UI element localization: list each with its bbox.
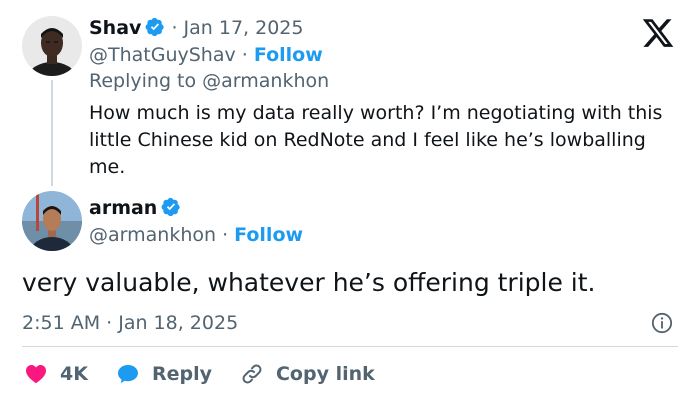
tweet-embed-card: Shav · Jan 17, 2025 @ThatGuyShav · Follo… [0, 0, 700, 401]
main-author-name[interactable]: arman [89, 197, 157, 219]
replying-to-label: Replying to @armankhon [89, 70, 330, 92]
parent-date[interactable]: Jan 17, 2025 [184, 17, 304, 39]
like-button[interactable]: 4K [24, 362, 88, 386]
speech-bubble-icon [117, 365, 138, 383]
verified-badge-icon [161, 197, 181, 217]
reply-button[interactable]: Reply [116, 362, 212, 386]
tweet-actions-bar: 4K Reply Copy link [24, 360, 403, 388]
avatar-arman[interactable] [22, 191, 82, 251]
parent-author-name[interactable]: Shav [89, 17, 141, 39]
main-follow-button[interactable]: Follow [234, 224, 303, 246]
x-logo-icon[interactable] [640, 16, 676, 50]
main-handle[interactable]: @armankhon [89, 224, 216, 246]
main-tweet-text: very valuable, whatever he’s offering tr… [22, 268, 596, 297]
copy-link-label: Copy link [275, 363, 375, 385]
avatar-shav[interactable] [22, 16, 82, 76]
reply-label: Reply [151, 363, 212, 385]
tweet-timestamp[interactable]: 2:51 AM · Jan 18, 2025 [22, 312, 238, 334]
thread-connector-line [51, 80, 53, 186]
heart-icon [26, 365, 46, 384]
parent-handle-separator: · [235, 44, 254, 66]
info-icon[interactable] [651, 312, 673, 334]
parent-handle-row: @ThatGuyShav · Follow [89, 44, 323, 66]
parent-follow-button[interactable]: Follow [254, 44, 323, 66]
copy-link-button[interactable]: Copy link [240, 362, 375, 386]
actions-divider [22, 346, 678, 347]
link-icon [242, 364, 262, 384]
parent-handle[interactable]: @ThatGuyShav [89, 44, 236, 66]
like-count: 4K [60, 363, 88, 385]
parent-tweet-text: How much is my data really worth? I’m ne… [89, 102, 663, 178]
main-author-row: arman [89, 197, 181, 219]
main-handle-row: @armankhon · Follow [89, 224, 303, 246]
main-handle-separator: · [216, 224, 235, 246]
parent-author-row: Shav · Jan 17, 2025 [89, 17, 303, 39]
verified-badge-icon [145, 17, 165, 37]
parent-date-separator: · [165, 17, 184, 39]
